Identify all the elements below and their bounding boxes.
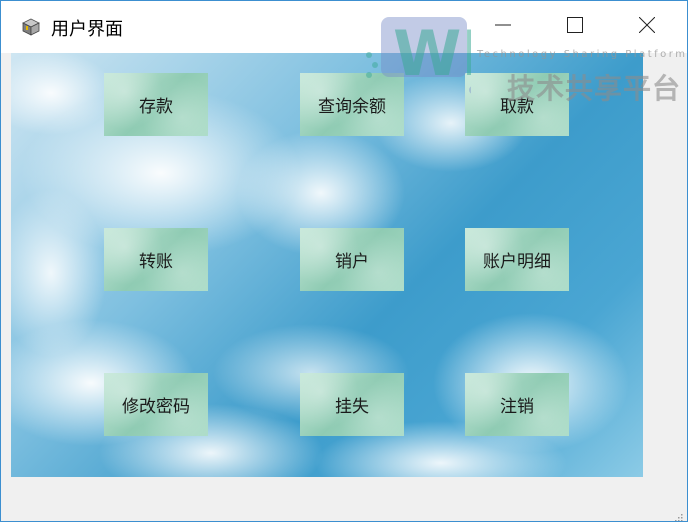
window-title: 用户界面 [51, 19, 123, 40]
deposit-button[interactable]: 存款 [104, 73, 208, 136]
close-icon [638, 16, 656, 37]
maximize-icon [567, 17, 583, 37]
cube-app-icon [21, 17, 41, 37]
query-balance-button[interactable]: 查询余额 [300, 73, 404, 136]
minimize-button[interactable] [467, 1, 539, 53]
close-button[interactable] [611, 1, 683, 53]
close-account-button[interactable]: 销户 [300, 228, 404, 291]
maximize-button[interactable] [539, 1, 611, 53]
report-loss-button[interactable]: 挂失 [300, 373, 404, 436]
logout-button[interactable]: 注销 [465, 373, 569, 436]
sky-background-panel: 存款 查询余额 取款 转账 销户 账户明细 修改密码 挂失 注销 [11, 53, 643, 477]
transfer-button[interactable]: 转账 [104, 228, 208, 291]
title-bar[interactable]: 用户界面 [1, 1, 687, 53]
account-statement-button[interactable]: 账户明细 [465, 228, 569, 291]
change-password-button[interactable]: 修改密码 [104, 373, 208, 436]
minimize-icon [495, 17, 511, 37]
withdraw-button[interactable]: 取款 [465, 73, 569, 136]
resize-grip-icon[interactable] [673, 507, 683, 521]
app-window: 用户界面 存款 查询余额 取款 转账 销户 账户明细 修改密码 挂失 注销 W … [0, 0, 688, 522]
